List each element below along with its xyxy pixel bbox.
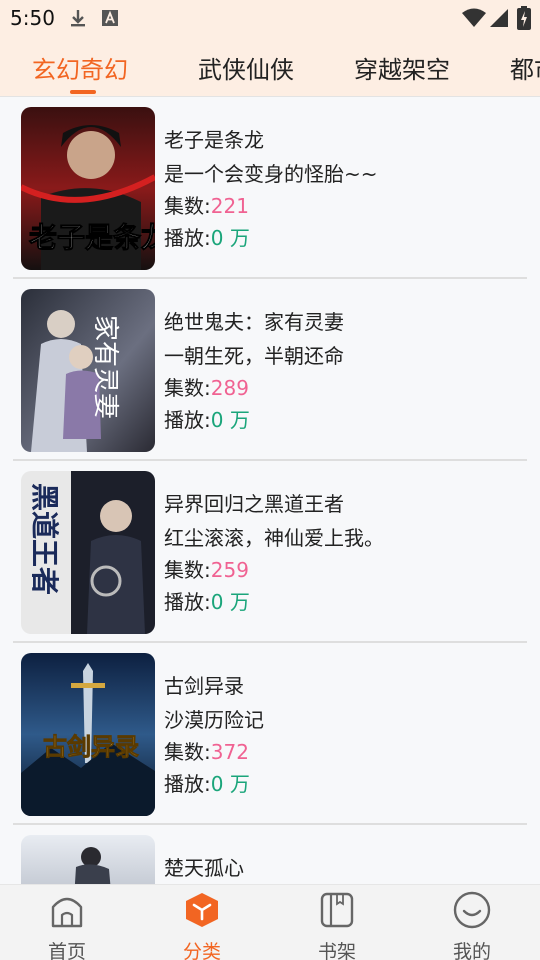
book-cover[interactable]: 老子是条龙 bbox=[21, 107, 155, 270]
svg-text:老子是条龙: 老子是条龙 bbox=[29, 221, 155, 254]
book-info: 绝世鬼夫：家有灵妻 一朝生死，半朝还命 集数:289 播放:0 万 bbox=[164, 306, 344, 436]
book-title: 异界回归之黑道王者 bbox=[164, 492, 344, 516]
play-count: 播放:0 万 bbox=[164, 404, 344, 436]
play-count-label: 播放: bbox=[164, 408, 211, 432]
book-description: 沙漠历险记 bbox=[164, 708, 264, 732]
status-time: 5:50 bbox=[10, 6, 55, 30]
book-cover[interactable]: 家有灵妻 bbox=[21, 289, 155, 452]
active-tab-indicator bbox=[70, 90, 96, 94]
episode-count-value: 221 bbox=[210, 194, 249, 218]
play-count: 播放:0 万 bbox=[164, 768, 264, 800]
book-list-item[interactable]: 家有灵妻 绝世鬼夫：家有灵妻 一朝生死，半朝还命 集数:289 播放:0 万 bbox=[0, 279, 540, 461]
play-count-value: 0 万 bbox=[210, 590, 250, 614]
a-box-icon bbox=[101, 9, 119, 31]
battery-icon bbox=[517, 6, 531, 34]
episode-count: 集数:372 bbox=[164, 736, 264, 768]
bottom-navigation: 首页 分类 书架 我的 bbox=[0, 884, 540, 960]
episode-count-label: 集数: bbox=[164, 740, 211, 764]
tab-dushi[interactable]: 都市 bbox=[510, 50, 540, 85]
book-title: 楚天孤心 bbox=[164, 856, 244, 880]
episode-count-value: 372 bbox=[210, 740, 249, 764]
book-list-item[interactable]: 古剑异录 古剑异录 沙漠历险记 集数:372 播放:0 万 bbox=[0, 643, 540, 825]
book-description: 一朝生死，半朝还命 bbox=[164, 344, 344, 368]
download-icon bbox=[68, 8, 88, 32]
wifi-icon bbox=[462, 8, 486, 32]
episode-count: 集数:221 bbox=[164, 190, 378, 222]
book-list: 老子是条龙 老子是条龙 是一个会变身的怪胎~~ 集数:221 播放:0 万 家有… bbox=[0, 97, 540, 884]
play-count-label: 播放: bbox=[164, 590, 211, 614]
nav-home[interactable]: 首页 bbox=[27, 891, 107, 960]
tab-chuanyue[interactable]: 穿越架空 bbox=[354, 50, 450, 85]
episode-count-value: 259 bbox=[210, 558, 249, 582]
play-count-value: 0 万 bbox=[210, 226, 250, 250]
episode-count-label: 集数: bbox=[164, 558, 211, 582]
nav-bookshelf[interactable]: 书架 bbox=[297, 891, 377, 960]
play-count-label: 播放: bbox=[164, 772, 211, 796]
book-list-item[interactable]: 老子是条龙 老子是条龙 是一个会变身的怪胎~~ 集数:221 播放:0 万 bbox=[0, 97, 540, 279]
play-count-value: 0 万 bbox=[210, 772, 250, 796]
svg-text:古剑异录: 古剑异录 bbox=[43, 732, 139, 761]
play-count: 播放:0 万 bbox=[164, 222, 378, 254]
episode-count: 集数:259 bbox=[164, 554, 384, 586]
episode-count-label: 集数: bbox=[164, 376, 211, 400]
category-tabs: 玄幻奇幻 武侠仙侠 穿越架空 都市 bbox=[0, 36, 540, 96]
book-info: 古剑异录 沙漠历险记 集数:372 播放:0 万 bbox=[164, 670, 264, 800]
episode-count-label: 集数: bbox=[164, 194, 211, 218]
nav-category[interactable]: 分类 bbox=[162, 891, 242, 960]
book-cover[interactable]: 黑道王者 bbox=[21, 471, 155, 634]
book-title: 古剑异录 bbox=[164, 674, 244, 698]
tab-wuxia[interactable]: 武侠仙侠 bbox=[198, 50, 294, 85]
nav-mine[interactable]: 我的 bbox=[432, 891, 512, 960]
profile-smile-icon bbox=[432, 891, 512, 933]
play-count-value: 0 万 bbox=[210, 408, 250, 432]
book-title: 老子是条龙 bbox=[164, 128, 264, 152]
book-description: 红尘滚滚，神仙爱上我。 bbox=[164, 526, 384, 550]
nav-home-label: 首页 bbox=[47, 941, 86, 960]
play-count-label: 播放: bbox=[164, 226, 211, 250]
bookshelf-icon bbox=[297, 891, 377, 933]
status-bar: 5:50 bbox=[0, 0, 540, 36]
book-list-item[interactable]: 黑道王者 异界回归之黑道王者 红尘滚滚，神仙爱上我。 集数:259 播放:0 万 bbox=[0, 461, 540, 643]
nav-bookshelf-label: 书架 bbox=[317, 941, 356, 960]
book-info: 老子是条龙 是一个会变身的怪胎~~ 集数:221 播放:0 万 bbox=[164, 124, 378, 254]
nav-category-label: 分类 bbox=[182, 941, 221, 960]
book-info: 楚天孤心 bbox=[164, 852, 244, 884]
book-info: 异界回归之黑道王者 红尘滚滚，神仙爱上我。 集数:259 播放:0 万 bbox=[164, 488, 384, 618]
svg-text:黑道王者: 黑道王者 bbox=[28, 483, 61, 595]
category-cube-icon bbox=[162, 891, 242, 933]
episode-count: 集数:289 bbox=[164, 372, 344, 404]
tab-xuanhuan[interactable]: 玄幻奇幻 bbox=[32, 50, 128, 85]
book-description: 是一个会变身的怪胎~~ bbox=[164, 162, 378, 186]
play-count: 播放:0 万 bbox=[164, 586, 384, 618]
svg-text:家有灵妻: 家有灵妻 bbox=[90, 315, 120, 419]
book-cover[interactable]: 古剑异录 bbox=[21, 653, 155, 816]
book-title: 绝世鬼夫：家有灵妻 bbox=[164, 310, 344, 334]
header: 5:50 玄幻奇幻 武侠仙侠 穿越架空 都市 bbox=[0, 0, 540, 96]
book-cover[interactable] bbox=[21, 835, 155, 884]
nav-mine-label: 我的 bbox=[452, 941, 491, 960]
episode-count-value: 289 bbox=[210, 376, 249, 400]
home-icon bbox=[27, 891, 107, 933]
book-list-item[interactable]: 楚天孤心 bbox=[0, 825, 540, 884]
signal-icon bbox=[489, 8, 509, 32]
